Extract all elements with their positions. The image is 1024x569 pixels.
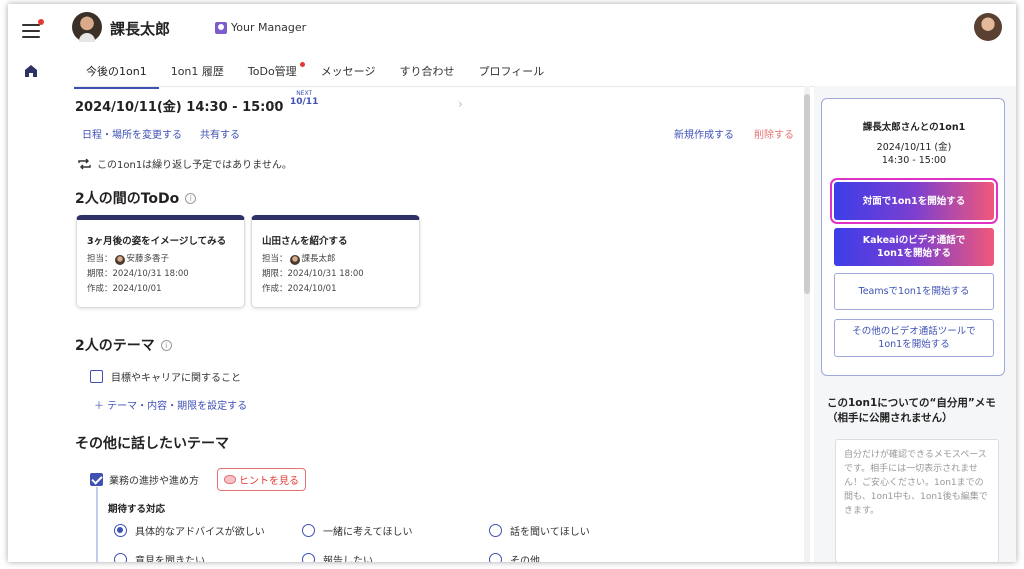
radio-advice[interactable]: 具体的なアドバイスが欲しい <box>114 523 265 538</box>
notification-dot <box>38 19 44 25</box>
badge-label: Your Manager <box>231 21 307 34</box>
info-icon[interactable]: i <box>185 192 197 204</box>
radio-listen[interactable]: 話を聞いてほしい <box>489 523 590 538</box>
radio-button[interactable] <box>302 524 315 537</box>
next-label: NEXT <box>296 90 313 97</box>
prev-arrow-icon[interactable]: ‹ <box>272 97 277 111</box>
start-in-person-button[interactable]: 対面で1on1を開始する <box>830 178 998 224</box>
radio-other[interactable]: その他 <box>489 552 540 562</box>
radio-button[interactable] <box>114 524 127 537</box>
todo-deadline: 期限：2024/10/31 18:00 <box>262 269 364 279</box>
tab-divider <box>74 86 814 87</box>
theme-section-title: 2人のテーマ i <box>75 335 172 355</box>
manager-name: 課長太郎 <box>110 20 171 38</box>
next-arrow-icon[interactable]: › <box>458 97 463 111</box>
todo-dot <box>299 62 305 67</box>
progress-theme-item[interactable]: 業務の進捗や進め方 ヒントを見る <box>90 468 306 491</box>
start-teams-button[interactable]: Teamsで1on1を開始する <box>834 273 994 310</box>
tab-todo[interactable]: ToDo管理 <box>236 56 309 89</box>
delete-link[interactable]: 削除する <box>754 126 794 141</box>
other-section-title: その他に話したいテーマ <box>75 436 229 452</box>
session-start-card: 課長太郎さんとの1on1 2024/10/11 (金) 14:30 - 15:0… <box>821 98 1005 376</box>
menu-icon[interactable] <box>22 19 44 38</box>
manager-badge: Your Manager <box>215 21 306 34</box>
repeat-icon <box>78 158 91 169</box>
todo-created: 作成：2024/10/01 <box>87 284 162 294</box>
next-date: 10/11 <box>290 97 319 107</box>
todo-title: 山田さんを紹介する <box>262 236 348 247</box>
assignee-avatar <box>114 254 125 265</box>
info-icon[interactable]: i <box>160 339 172 351</box>
radio-button[interactable] <box>302 553 315 562</box>
radio-opinion[interactable]: 意見を聞きたい <box>114 552 205 562</box>
memo-textarea[interactable]: 自分だけが確認できるメモスペースです。相手には一切表示されません！ご安心ください… <box>835 439 999 562</box>
pig-icon <box>224 475 236 484</box>
start-kakeai-video-button[interactable]: Kakeaiのビデオ通話で 1on1を開始する <box>834 228 994 266</box>
tab-history[interactable]: 1on1 履歴 <box>159 56 236 89</box>
share-link[interactable]: 共有する <box>200 126 240 141</box>
theme-checkbox[interactable] <box>90 370 103 383</box>
radio-think-together[interactable]: 一緒に考えてほしい <box>302 523 413 538</box>
memo-title: この1on1についての“自分用”メモ （相手に公開されません） <box>827 397 996 424</box>
progress-label: 業務の進捗や進め方 <box>109 476 199 487</box>
next-session-link[interactable]: NEXT 10/11 <box>290 90 318 107</box>
tab-alignment[interactable]: すり合わせ <box>387 56 466 89</box>
session-card-datetime: 2024/10/11 (金) 14:30 - 15:00 <box>876 142 952 166</box>
tab-messages[interactable]: メッセージ <box>309 56 388 89</box>
todo-card[interactable]: 山田さんを紹介する 担当： 課長太郎 期限：2024/10/31 18:00 作… <box>251 215 420 308</box>
todo-deadline: 期限：2024/10/31 18:00 <box>87 269 189 279</box>
main-scrollbar[interactable] <box>804 86 810 562</box>
hint-button[interactable]: ヒントを見る <box>217 468 306 491</box>
tab-upcoming[interactable]: 今後の1on1 <box>74 56 159 89</box>
session-datetime: 2024/10/11(金) 14:30 - 15:00 <box>75 100 284 115</box>
manager-avatar <box>72 12 102 42</box>
add-theme-link[interactable]: ＋ テーマ・内容・期限を設定する <box>94 397 247 412</box>
todo-assignee: 担当： 課長太郎 <box>262 254 336 265</box>
assignee-avatar <box>289 254 300 265</box>
todo-section-title: 2人の間のToDo i <box>75 188 197 208</box>
session-card-title: 課長太郎さんとの1on1 <box>862 122 966 133</box>
todo-card[interactable]: 3ヶ月後の姿をイメージしてみる 担当： 安藤多香子 期限：2024/10/31 … <box>76 215 245 308</box>
change-schedule-link[interactable]: 日程・場所を変更する <box>82 126 182 141</box>
radio-button[interactable] <box>489 524 502 537</box>
repeat-note: この1on1は繰り返し予定ではありません。 <box>78 156 292 171</box>
radio-button[interactable] <box>114 553 127 562</box>
progress-checkbox[interactable] <box>90 473 103 486</box>
todo-title: 3ヶ月後の姿をイメージしてみる <box>87 236 227 247</box>
theme-item[interactable]: 目標やキャリアに関すること <box>90 369 241 384</box>
start-other-video-button[interactable]: その他のビデオ通話ツールで 1on1を開始する <box>834 319 994 357</box>
home-icon[interactable] <box>24 64 38 78</box>
app-window: 課長太郎 Your Manager 今後の1on1 1on1 履歴 ToDo管理… <box>8 4 1016 562</box>
radio-button[interactable] <box>489 553 502 562</box>
todo-created: 作成：2024/10/01 <box>262 284 337 294</box>
user-avatar[interactable] <box>974 13 1002 41</box>
indent-line <box>96 487 98 562</box>
person-badge-icon <box>215 21 227 34</box>
tab-bar: 今後の1on1 1on1 履歴 ToDo管理 メッセージ すり合わせ プロフィー… <box>74 56 556 89</box>
new-session-link[interactable]: 新規作成する <box>674 126 734 141</box>
scroll-thumb[interactable] <box>804 94 810 294</box>
radio-report[interactable]: 報告したい <box>302 552 373 562</box>
theme-label: 目標やキャリアに関すること <box>111 373 241 384</box>
todo-assignee: 担当： 安藤多香子 <box>87 254 170 265</box>
expect-label: 期待する対応 <box>108 504 166 515</box>
repeat-text: この1on1は繰り返し予定ではありません。 <box>97 160 292 171</box>
tab-profile[interactable]: プロフィール <box>466 56 556 89</box>
